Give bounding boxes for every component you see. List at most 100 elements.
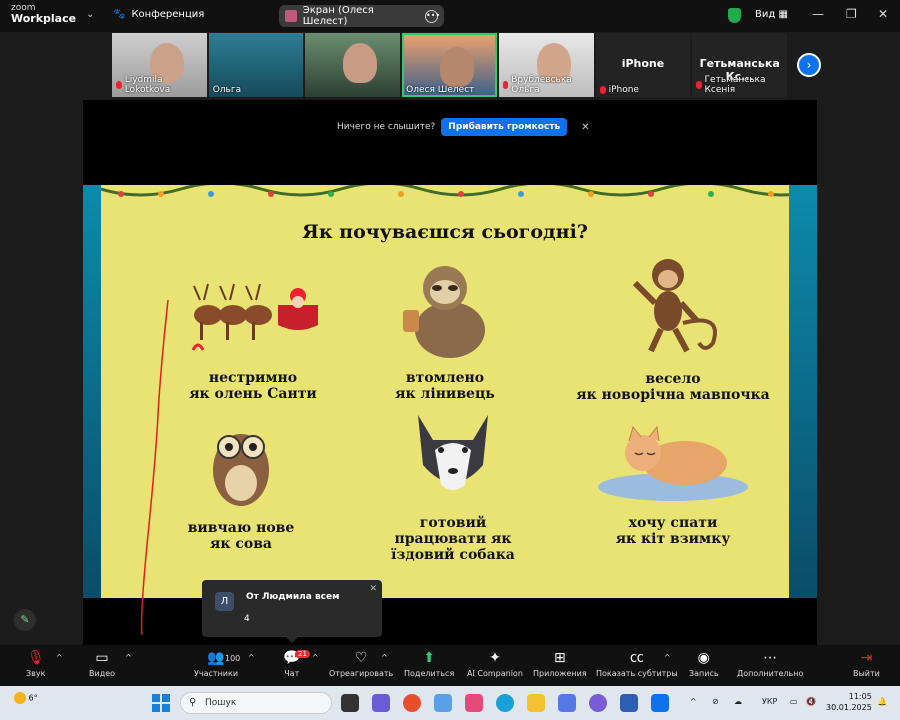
copilot-icon[interactable] [434, 694, 452, 712]
viber-icon[interactable] [589, 694, 607, 712]
app-icon[interactable] [558, 694, 576, 712]
chevron-up-icon[interactable]: ^ [381, 653, 388, 662]
minimize-icon[interactable]: — [812, 7, 824, 21]
caption-line: працювати як [394, 531, 512, 547]
chevron-up-icon[interactable]: ^ [56, 653, 63, 662]
chat-notification[interactable]: Л От Людмила всем 4 ✕ [202, 580, 382, 637]
slide-card: Як почуваєшся сьогодні? нестримно як оле… [101, 185, 789, 598]
taskbar-search-input[interactable]: ⚲ Пошук [180, 692, 332, 714]
caption-line: їздовий собака [391, 547, 515, 563]
weather-widget[interactable]: 6° [14, 692, 38, 704]
file-explorer-icon[interactable] [527, 694, 545, 712]
title-bar: zoom Workplace ⌄ 🐾 Конференция Экран (Ол… [0, 0, 900, 32]
chevron-up-icon[interactable]: ^ [125, 653, 132, 662]
word-icon[interactable] [620, 694, 638, 712]
chevron-up-icon[interactable]: ^ [248, 653, 255, 662]
participant-tile[interactable]: Врублевська Ольга [498, 33, 594, 97]
more-button[interactable]: ⋯ Дополнительно [737, 649, 803, 678]
participant-name: Врублевська Ольга [502, 75, 594, 95]
participant-name-text: Олеся Шелест [406, 85, 475, 95]
muted-mic-icon [116, 81, 122, 89]
participant-name: Олеся Шелест [406, 85, 474, 95]
meeting-label: Конференция [131, 9, 205, 20]
more-icon[interactable]: ••• [425, 9, 440, 23]
monkey-picture [632, 259, 717, 353]
reindeer-sleigh-picture [191, 283, 318, 351]
screen-share-indicator[interactable]: Экран (Олеся Шелест) ••• [279, 5, 444, 27]
sparkle-icon: ✦ [489, 650, 501, 666]
participant-tile[interactable]: iPhone iPhone [595, 33, 691, 97]
caption-line: хочу спати [628, 515, 718, 531]
participants-label: Участники [194, 669, 239, 678]
annotate-pen-icon[interactable]: ✎ [14, 609, 36, 631]
cloud-icon[interactable]: ☁ [734, 697, 742, 706]
ai-label: AI Companion [467, 669, 523, 678]
participant-tile-active-speaker[interactable]: Олеся Шелест [402, 33, 497, 97]
windows-start-icon[interactable] [152, 694, 170, 712]
encryption-shield-icon[interactable] [728, 8, 741, 23]
meeting-info-button[interactable]: 🐾 Конференция [113, 9, 204, 20]
language-indicator[interactable]: УКР [762, 697, 777, 706]
participant-name: Liydmila Lokotkova [116, 75, 207, 95]
teams-icon[interactable] [372, 694, 390, 712]
increase-volume-button[interactable]: Прибавить громкость [441, 118, 568, 136]
husky-picture [418, 415, 488, 490]
participant-tile[interactable]: Liydmila Lokotkova [112, 33, 207, 97]
participant-tile[interactable]: Ольга [208, 33, 304, 97]
app-icon[interactable] [465, 694, 483, 712]
owl-picture [213, 434, 269, 506]
chevron-down-icon[interactable]: ⌄ [86, 9, 94, 20]
close-icon[interactable]: ✕ [878, 7, 888, 21]
search-placeholder: Пошук [205, 698, 237, 708]
participant-tile[interactable] [305, 33, 401, 97]
view-button[interactable]: Вид ▦ [755, 9, 788, 20]
participant-tile[interactable]: Гетьманська Кс... Гетьманська Ксенія [692, 33, 788, 97]
close-icon[interactable]: ✕ [581, 122, 589, 133]
system-clock[interactable]: 11:05 30.01.2025 [826, 691, 872, 713]
chrome-icon[interactable] [403, 694, 421, 712]
restore-icon[interactable]: ❐ [846, 7, 857, 21]
windows-taskbar: 6° ⚲ Пошук ^ ⊘ ☁ УКР ▭ 🔇 11:05 30.01.202… [0, 686, 900, 720]
mood-caption: весело як новорічна мавпочка [563, 371, 783, 403]
record-icon: ◉ [697, 650, 710, 666]
people-icon: 👥 [207, 650, 225, 666]
chat-sender: От Людмила всем [246, 592, 340, 602]
caption-line: як лінивець [395, 386, 495, 402]
muted-mic-icon [599, 86, 606, 94]
mood-caption: втомлено як лінивець [335, 370, 555, 402]
muted-mic-icon [502, 81, 509, 89]
more-label: Дополнительно [737, 669, 804, 678]
mood-option-cat: хочу спати як кіт взимку [563, 405, 783, 547]
meeting-toolbar: 🎙 Звук ^ ▭ Видео ^ 👥 Участники 100 ^ 💬 Ч… [0, 645, 900, 686]
network-off-icon[interactable]: ⊘ [712, 697, 719, 706]
task-view-icon[interactable] [341, 694, 359, 712]
leave-button[interactable]: ⇥ Выйти [853, 649, 880, 678]
zoom-app-icon[interactable] [651, 694, 669, 712]
chevron-up-icon[interactable]: ^ [664, 653, 671, 662]
chevron-up-icon[interactable]: ^ [312, 653, 319, 662]
ai-companion-button[interactable]: ✦ AI Companion [467, 649, 523, 678]
sleeping-cat-picture [598, 425, 748, 501]
notification-bell-icon[interactable]: 🔔 [877, 697, 887, 706]
clock-date: 30.01.2025 [826, 703, 872, 712]
zoom-window: zoom Workplace ⌄ 🐾 Конференция Экран (Ол… [0, 0, 900, 720]
zoom-logo: zoom Workplace [11, 4, 76, 25]
screen-share-label: Экран (Олеся Шелест) [302, 5, 374, 27]
audio-button[interactable]: 🎙 Звук [26, 649, 45, 678]
record-button[interactable]: ◉ Запись [689, 649, 719, 678]
chevron-up-icon[interactable]: ^ [690, 697, 697, 706]
share-up-arrow-icon: ⬆ [423, 650, 435, 666]
apps-button[interactable]: ⊞ Приложения [533, 649, 587, 678]
record-label: Запись [689, 669, 719, 678]
edge-icon[interactable] [496, 694, 514, 712]
close-icon[interactable]: ✕ [369, 584, 377, 594]
mood-caption: хочу спати як кіт взимку [563, 515, 783, 547]
apps-label: Приложения [533, 669, 587, 678]
display-icon[interactable]: ▭ [790, 697, 798, 706]
share-button[interactable]: ⬆ Поделиться [404, 649, 454, 678]
participant-name-text: Ольга [212, 85, 242, 95]
video-button[interactable]: ▭ Видео [89, 649, 115, 678]
next-page-arrow-icon[interactable]: › [797, 53, 821, 77]
weather-temp: 6° [28, 693, 38, 703]
speaker-muted-icon[interactable]: 🔇 [806, 697, 816, 706]
